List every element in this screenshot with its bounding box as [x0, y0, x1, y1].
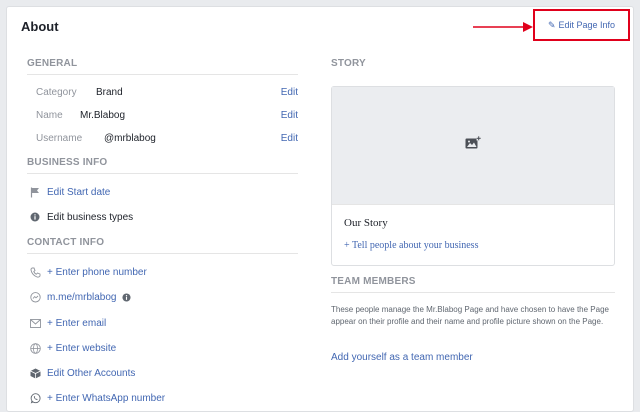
globe-icon [29, 342, 41, 354]
annotation-arrow-icon [473, 22, 533, 32]
business-info-heading: BUSINESS INFO [27, 157, 108, 168]
divider [27, 253, 298, 254]
email-row[interactable]: + Enter email [29, 315, 106, 331]
general-heading: GENERAL [27, 58, 78, 69]
general-row-username: Username @mrblabog Edit [36, 133, 298, 147]
divider [27, 74, 298, 75]
story-cover-placeholder[interactable] [332, 87, 614, 204]
info-icon [29, 211, 41, 223]
edit-username-link[interactable]: Edit [281, 133, 298, 144]
enter-email-link[interactable]: + Enter email [47, 318, 106, 329]
edit-start-date-link[interactable]: Edit Start date [47, 187, 110, 198]
about-card: About ✎ Edit Page Info GENERAL Category … [6, 6, 634, 412]
team-description: These people manage the Mr.Blabog Page a… [331, 305, 609, 326]
story-title: Our Story [344, 217, 388, 229]
username-label: Username [36, 133, 83, 144]
whatsapp-icon [29, 392, 41, 404]
messenger-link[interactable]: m.me/mrblabog [47, 292, 116, 303]
general-row-category: Category Brand Edit [36, 87, 298, 101]
name-value: Mr.Blabog [80, 110, 126, 121]
phone-row[interactable]: + Enter phone number [29, 264, 147, 280]
divider [331, 292, 615, 293]
divider [332, 204, 614, 205]
messenger-icon [29, 291, 41, 303]
name-label: Name [36, 110, 63, 121]
username-value: @mrblabog [104, 133, 156, 144]
edit-name-link[interactable]: Edit [281, 110, 298, 121]
enter-website-link[interactable]: + Enter website [47, 343, 116, 354]
other-accounts-row[interactable]: Edit Other Accounts [29, 365, 135, 381]
pencil-icon: ✎ [547, 19, 556, 30]
edit-start-date-row[interactable]: Edit Start date [29, 184, 110, 200]
edit-category-link[interactable]: Edit [281, 87, 298, 98]
edit-other-accounts-link[interactable]: Edit Other Accounts [47, 368, 135, 379]
whatsapp-row[interactable]: + Enter WhatsApp number [29, 390, 165, 406]
add-photo-icon [465, 136, 481, 149]
enter-phone-link[interactable]: + Enter phone number [47, 267, 147, 278]
tell-people-link[interactable]: + Tell people about your business [344, 240, 478, 251]
category-label: Category [36, 87, 77, 98]
add-team-member-link[interactable]: Add yourself as a team member [331, 352, 473, 363]
team-members-heading: TEAM MEMBERS [331, 276, 416, 287]
general-row-name: Name Mr.Blabog Edit [36, 110, 298, 124]
enter-whatsapp-link[interactable]: + Enter WhatsApp number [47, 393, 165, 404]
phone-icon [29, 266, 41, 278]
edit-page-info-button[interactable]: ✎ Edit Page Info [533, 9, 630, 41]
divider [27, 173, 298, 174]
edit-page-info-label: Edit Page Info [558, 20, 616, 30]
edit-business-types-row[interactable]: Edit business types [29, 209, 133, 225]
page-title: About [21, 19, 59, 34]
envelope-icon [29, 317, 41, 329]
story-card[interactable]: Our Story + Tell people about your busin… [331, 86, 615, 266]
website-row[interactable]: + Enter website [29, 340, 116, 356]
cube-icon [29, 367, 41, 379]
messenger-row[interactable]: m.me/mrblabog [29, 289, 138, 305]
contact-info-heading: CONTACT INFO [27, 237, 105, 248]
flag-icon [29, 186, 41, 198]
info-icon[interactable] [120, 291, 132, 303]
category-value: Brand [96, 87, 123, 98]
edit-business-types-link[interactable]: Edit business types [47, 212, 133, 223]
story-heading: STORY [331, 58, 366, 69]
